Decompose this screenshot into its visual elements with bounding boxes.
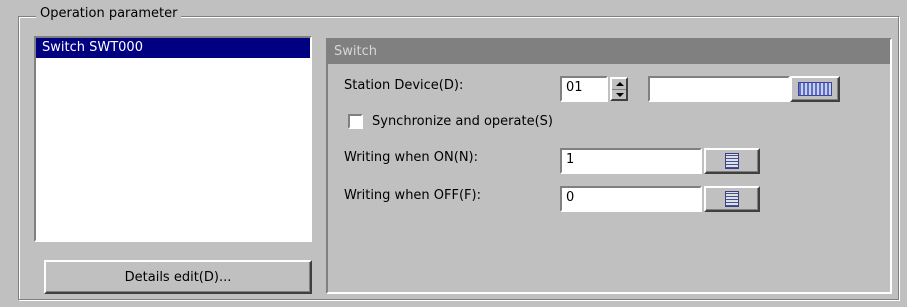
writing-off-label: Writing when OFF(F): <box>344 188 481 203</box>
writing-on-input[interactable]: 1 <box>560 148 702 174</box>
calculator-icon <box>725 191 739 207</box>
switch-list[interactable]: Switch SWT000 <box>34 36 312 242</box>
spin-down-icon[interactable] <box>616 93 624 97</box>
station-device-label: Station Device(D): <box>344 78 464 93</box>
calculator-icon <box>725 153 739 169</box>
writing-on-label: Writing when ON(N): <box>344 150 479 165</box>
synchronize-label: Synchronize and operate(S) <box>372 114 553 129</box>
group-title: Operation parameter <box>36 6 182 22</box>
details-edit-button[interactable]: Details edit(D)... <box>44 260 312 294</box>
device-text-input[interactable] <box>648 76 790 102</box>
writing-off-calc-button[interactable] <box>704 186 760 212</box>
device-select-button[interactable] <box>790 76 840 102</box>
spin-up-icon[interactable] <box>616 82 624 86</box>
panel-title: Switch <box>328 40 890 64</box>
keyboard-icon <box>798 82 832 96</box>
writing-on-calc-button[interactable] <box>704 148 760 174</box>
writing-off-input[interactable]: 0 <box>560 186 702 212</box>
station-device-spinner[interactable] <box>610 77 628 101</box>
list-item[interactable]: Switch SWT000 <box>36 38 310 58</box>
station-device-input[interactable]: 01 <box>560 76 608 102</box>
synchronize-checkbox[interactable] <box>348 114 363 129</box>
